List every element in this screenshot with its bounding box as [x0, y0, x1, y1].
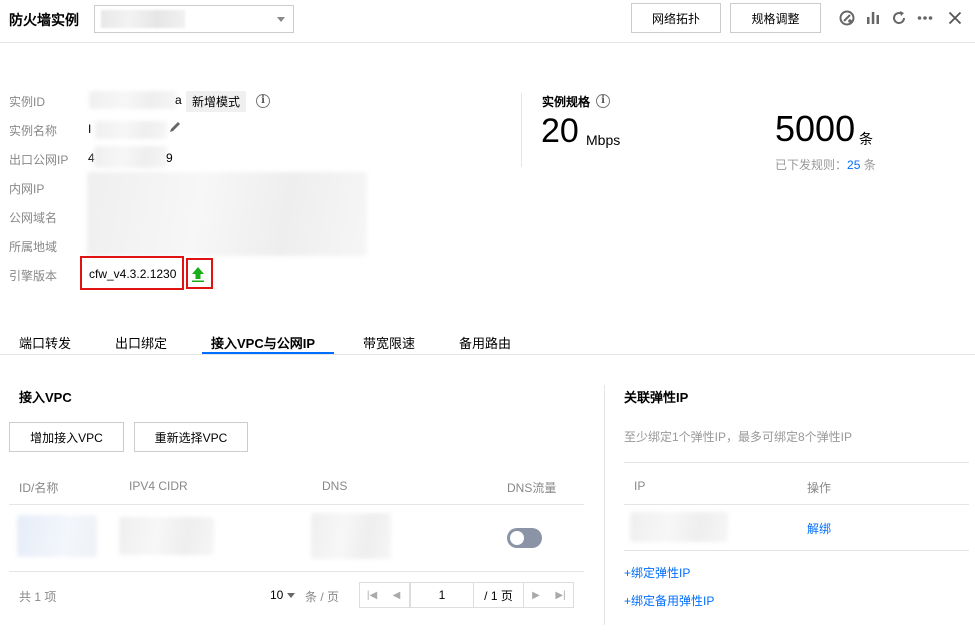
rule-value: 5000 [775, 108, 856, 149]
section-divider [604, 385, 605, 625]
eip-header-divider [624, 504, 969, 505]
region-label: 所属地域 [9, 240, 58, 254]
close-icon[interactable] [946, 9, 964, 27]
monitor-icon[interactable] [838, 9, 856, 27]
edit-icon[interactable] [168, 120, 182, 137]
engine-version-value: cfw_v4.3.2.1230 [89, 267, 177, 281]
prev-page-icon[interactable]: ◀ [384, 582, 410, 608]
bind-eip-link[interactable]: +绑定弹性IP [624, 564, 690, 581]
redacted-details [87, 172, 367, 256]
upgrade-icon[interactable] [191, 265, 205, 286]
eip-table-top-divider [624, 462, 969, 463]
table-bottom-divider [9, 571, 584, 572]
next-page-icon[interactable]: ▶ [523, 582, 549, 608]
dns-traffic-toggle[interactable] [507, 528, 542, 548]
issued-rules: 已下发规则：25 条 [775, 156, 876, 173]
instance-name-prefix: I [88, 122, 92, 136]
instance-id-label: 实例ID [9, 95, 46, 109]
eip-row-divider [624, 550, 969, 551]
page-size-select[interactable]: 10 [270, 588, 295, 602]
spec-label: 实例规格 [542, 95, 591, 109]
more-icon[interactable] [916, 9, 934, 27]
last-page-icon[interactable]: ▶| [548, 582, 574, 608]
spec-info-icon[interactable]: i [596, 94, 610, 108]
page-size-unit: 条 / 页 [305, 590, 340, 604]
rule-unit: 条 [859, 131, 873, 147]
instance-select-value [101, 10, 185, 28]
domain-label: 公网域名 [9, 211, 58, 225]
tab-backup-route[interactable]: 备用路由 [459, 333, 511, 352]
page-header: 防火墙实例 网络拓扑 规格调整 [0, 0, 975, 43]
bandwidth-value: 20 [541, 112, 579, 150]
issued-rules-unit: 条 [860, 158, 876, 172]
page-size-value: 10 [270, 588, 284, 602]
issued-rules-count: 25 [847, 158, 861, 172]
instance-id-suffix: a [175, 93, 182, 107]
col-dns: DNS [322, 479, 348, 493]
chevron-down-icon [277, 17, 285, 22]
col-id-name: ID/名称 [19, 481, 59, 495]
col-ip: IP [634, 479, 646, 493]
page-input[interactable]: 1 [410, 582, 474, 608]
engine-version-label: 引擎版本 [9, 269, 58, 283]
col-ipv4-cidr: IPV4 CIDR [129, 479, 188, 493]
egress-ip-label: 出口公网IP [9, 153, 69, 167]
egress-ip-last: 9 [166, 151, 173, 165]
tabs-divider [0, 354, 975, 355]
vpc-dns-value [311, 513, 391, 559]
chevron-down-icon [286, 593, 295, 599]
col-action: 操作 [807, 481, 832, 495]
vpc-id-value[interactable] [17, 515, 97, 557]
total-count: 共 1 项 [19, 590, 57, 604]
private-ip-label: 内网IP [9, 182, 45, 196]
spec-divider [521, 93, 522, 167]
refresh-icon[interactable] [890, 9, 908, 27]
add-vpc-button[interactable]: 增加接入VPC [9, 422, 124, 452]
bar-chart-icon[interactable] [864, 9, 882, 27]
spec-adjust-button[interactable]: 规格调整 [730, 3, 821, 33]
tab-vpc-public-ip[interactable]: 接入VPC与公网IP [211, 333, 315, 352]
eip-hint: 至少绑定1个弹性IP，最多可绑定8个弹性IP [624, 430, 853, 444]
total-pages: / 1 页 [474, 582, 524, 608]
bind-backup-eip-link[interactable]: +绑定备用弹性IP [624, 592, 714, 609]
instance-name-value [95, 121, 167, 139]
toggle-knob [510, 531, 524, 545]
vpc-section-title: 接入VPC [19, 390, 72, 405]
eip-ip-value [630, 512, 728, 542]
unbind-link[interactable]: 解绑 [807, 520, 831, 537]
info-icon[interactable]: i [256, 94, 270, 108]
network-topology-button[interactable]: 网络拓扑 [631, 3, 721, 33]
eip-section-title: 关联弹性IP [624, 390, 689, 405]
col-dns-traffic: DNS流量 [507, 481, 557, 495]
egress-ip-value [94, 146, 167, 168]
instance-name-label: 实例名称 [9, 124, 58, 138]
vpc-cidr-value [119, 517, 214, 555]
instance-id-value [89, 91, 177, 109]
tab-port-forward[interactable]: 端口转发 [19, 333, 71, 352]
page-title: 防火墙实例 [9, 12, 79, 28]
table-row [9, 505, 584, 570]
tab-bandwidth-limit[interactable]: 带宽限速 [363, 333, 415, 352]
tab-egress-binding[interactable]: 出口绑定 [115, 333, 167, 352]
reselect-vpc-button[interactable]: 重新选择VPC [134, 422, 248, 452]
issued-rules-prefix: 已下发规则： [775, 158, 848, 172]
first-page-icon[interactable]: |◀ [359, 582, 385, 608]
bandwidth-unit: Mbps [586, 132, 621, 148]
instance-select[interactable] [94, 5, 294, 33]
mode-badge: 新增模式 [186, 91, 247, 112]
